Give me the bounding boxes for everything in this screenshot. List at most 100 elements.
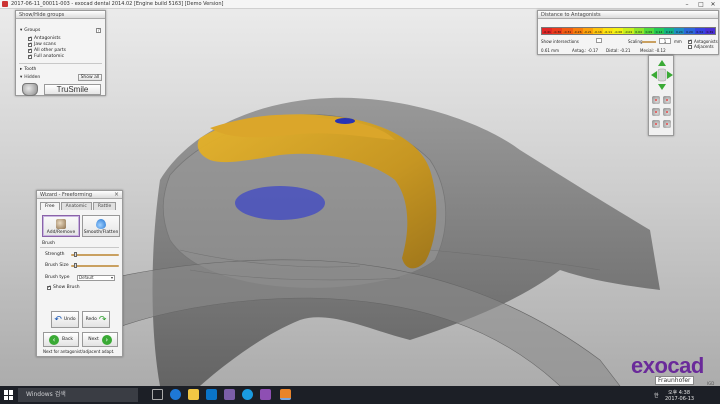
brush-size-label: Brush Size	[45, 263, 69, 268]
scale-segment: -0.11	[603, 28, 614, 34]
groups-section-header[interactable]: ▾ Groups	[20, 28, 40, 33]
tooth-label: Tooth	[24, 67, 37, 72]
rotate-arrows[interactable]	[649, 58, 675, 92]
contact-spot-large	[235, 186, 325, 220]
divider	[40, 247, 119, 248]
distance-to-antagonists-panel: Distance to Antagonists -0.41 -0.36 -0.31-…	[537, 10, 719, 55]
app-icon-1[interactable]	[224, 389, 235, 400]
group-item-jaw-scans[interactable]: Jaw scans	[28, 42, 56, 47]
view-bottom-icon[interactable]	[663, 120, 671, 128]
show-intersections-dropdown[interactable]	[596, 38, 602, 43]
redo-button[interactable]: Redo ↷	[82, 311, 110, 328]
view-right-icon[interactable]	[663, 108, 671, 116]
scaling-input[interactable]: 1	[659, 38, 671, 44]
checkbox-icon[interactable]	[688, 44, 692, 49]
scale-segment: 0.19	[664, 28, 675, 34]
wizard-title: Wizard - Freeforming ×	[37, 191, 122, 199]
checkbox-icon[interactable]	[688, 39, 692, 44]
help-icon[interactable]: ?	[96, 28, 101, 33]
taskbar-search-input[interactable]: Windows 검색	[18, 388, 138, 402]
groups-label: Groups	[24, 28, 41, 33]
taskbar: Windows 검색	[0, 386, 720, 404]
add-remove-label: Add/Remove	[46, 230, 76, 235]
checkbox-icon[interactable]	[28, 42, 32, 47]
arrow-up-icon[interactable]	[658, 60, 666, 66]
trusmile-button[interactable]: TruSmile	[44, 84, 101, 95]
scale-segment: 0.14	[653, 28, 665, 34]
file-explorer-icon[interactable]	[188, 389, 199, 400]
add-remove-icon	[56, 219, 66, 229]
strength-label: Strength	[45, 252, 65, 257]
edge-icon[interactable]	[170, 389, 181, 400]
scale-segment: -0.26	[572, 28, 583, 34]
tooth-section-header[interactable]: ▸ Tooth	[20, 67, 36, 72]
brush-type-value: Default	[79, 275, 94, 280]
strength-slider[interactable]	[71, 252, 119, 257]
scaling-slider[interactable]	[642, 41, 656, 43]
task-view-icon[interactable]	[152, 389, 163, 400]
checkbox-icon[interactable]	[28, 48, 32, 53]
show-all-button[interactable]: Show all	[78, 74, 102, 81]
minimize-button[interactable]: –	[680, 0, 694, 9]
store-icon[interactable]	[206, 389, 217, 400]
distal-value: Distal: -0.21	[606, 48, 631, 53]
tab-free[interactable]: Free	[40, 202, 60, 210]
brush-size-slider-handle[interactable]	[73, 263, 77, 268]
tooth-view-icon[interactable]	[657, 68, 667, 82]
next-button[interactable]: Next ›	[82, 332, 118, 347]
arrow-right-icon[interactable]	[667, 71, 673, 79]
view-top-icon[interactable]	[652, 120, 660, 128]
scale-segment: 0.29	[684, 28, 695, 34]
undo-label: Undo	[63, 317, 76, 322]
trusmile-tooth-icon[interactable]	[22, 83, 38, 96]
antag-value: Antag.: -0.17	[572, 48, 599, 53]
input-language[interactable]: 한	[654, 392, 659, 399]
arrow-left-icon[interactable]	[651, 71, 657, 79]
smooth-flatten-button[interactable]: Smooth/Flatten	[82, 215, 120, 237]
brush-type-label: Brush type	[45, 275, 70, 280]
brush-type-select[interactable]: Default ▾	[77, 275, 115, 281]
ie-icon[interactable]	[242, 389, 253, 400]
close-icon[interactable]: ×	[114, 191, 119, 199]
adjacents-toggle[interactable]: Adjacents	[688, 44, 714, 49]
scale-segment: -0.41	[542, 28, 553, 34]
hidden-section-header[interactable]: ▾ Hidden	[20, 75, 40, 80]
clock-date[interactable]: 2017-06-13	[665, 396, 694, 402]
back-label: Back	[62, 337, 73, 342]
hidden-label: Hidden	[24, 75, 41, 80]
view-front-icon[interactable]	[652, 96, 660, 104]
tab-anatomic[interactable]: Anatomic	[60, 202, 92, 210]
brush-size-slider[interactable]	[71, 263, 119, 268]
chevron-down-icon: ▾	[20, 75, 23, 80]
windows-start-icon[interactable]	[4, 390, 14, 400]
next-arrow-icon: ›	[101, 334, 112, 345]
view-back-icon[interactable]	[663, 96, 671, 104]
show-brush-toggle[interactable]: Show Brush	[47, 285, 80, 290]
checkbox-icon[interactable]	[47, 285, 51, 290]
scale-segment: -0.36	[552, 28, 563, 34]
exocad-taskbar-icon[interactable]	[280, 389, 291, 400]
app-icon-2[interactable]	[260, 389, 271, 400]
group-item-label: Antagonists	[34, 36, 61, 41]
chevron-down-icon: ▾	[20, 28, 23, 33]
contact-spot-small	[335, 118, 355, 124]
back-button[interactable]: ‹ Back	[43, 332, 79, 347]
scale-segment: -0.31	[562, 28, 573, 34]
back-arrow-icon: ‹	[49, 334, 60, 345]
checkbox-icon[interactable]	[28, 36, 32, 41]
undo-button[interactable]: ↶ Undo	[51, 311, 79, 328]
group-item-antagonists[interactable]: Antagonists	[28, 36, 61, 41]
distance-panel-title: Distance to Antagonists	[538, 11, 718, 19]
clock-time[interactable]: 오후 4:38	[668, 389, 690, 396]
tab-rattle[interactable]: Rattle	[92, 202, 117, 210]
checkbox-icon[interactable]	[28, 54, 32, 59]
group-item-all-other-parts[interactable]: All other parts	[28, 48, 66, 53]
strength-slider-handle[interactable]	[73, 252, 77, 257]
adjacents-label: Adjacents	[694, 44, 714, 49]
arrow-down-icon[interactable]	[658, 84, 666, 90]
add-remove-button[interactable]: Add/Remove	[42, 215, 80, 237]
view-left-icon[interactable]	[652, 108, 660, 116]
window-title-bar: 2017-06-11_00011-003 - exocad dental 201…	[0, 0, 720, 9]
close-button[interactable]: ✕	[706, 0, 720, 9]
group-item-full-anatomic[interactable]: Full anatomic	[28, 54, 64, 59]
